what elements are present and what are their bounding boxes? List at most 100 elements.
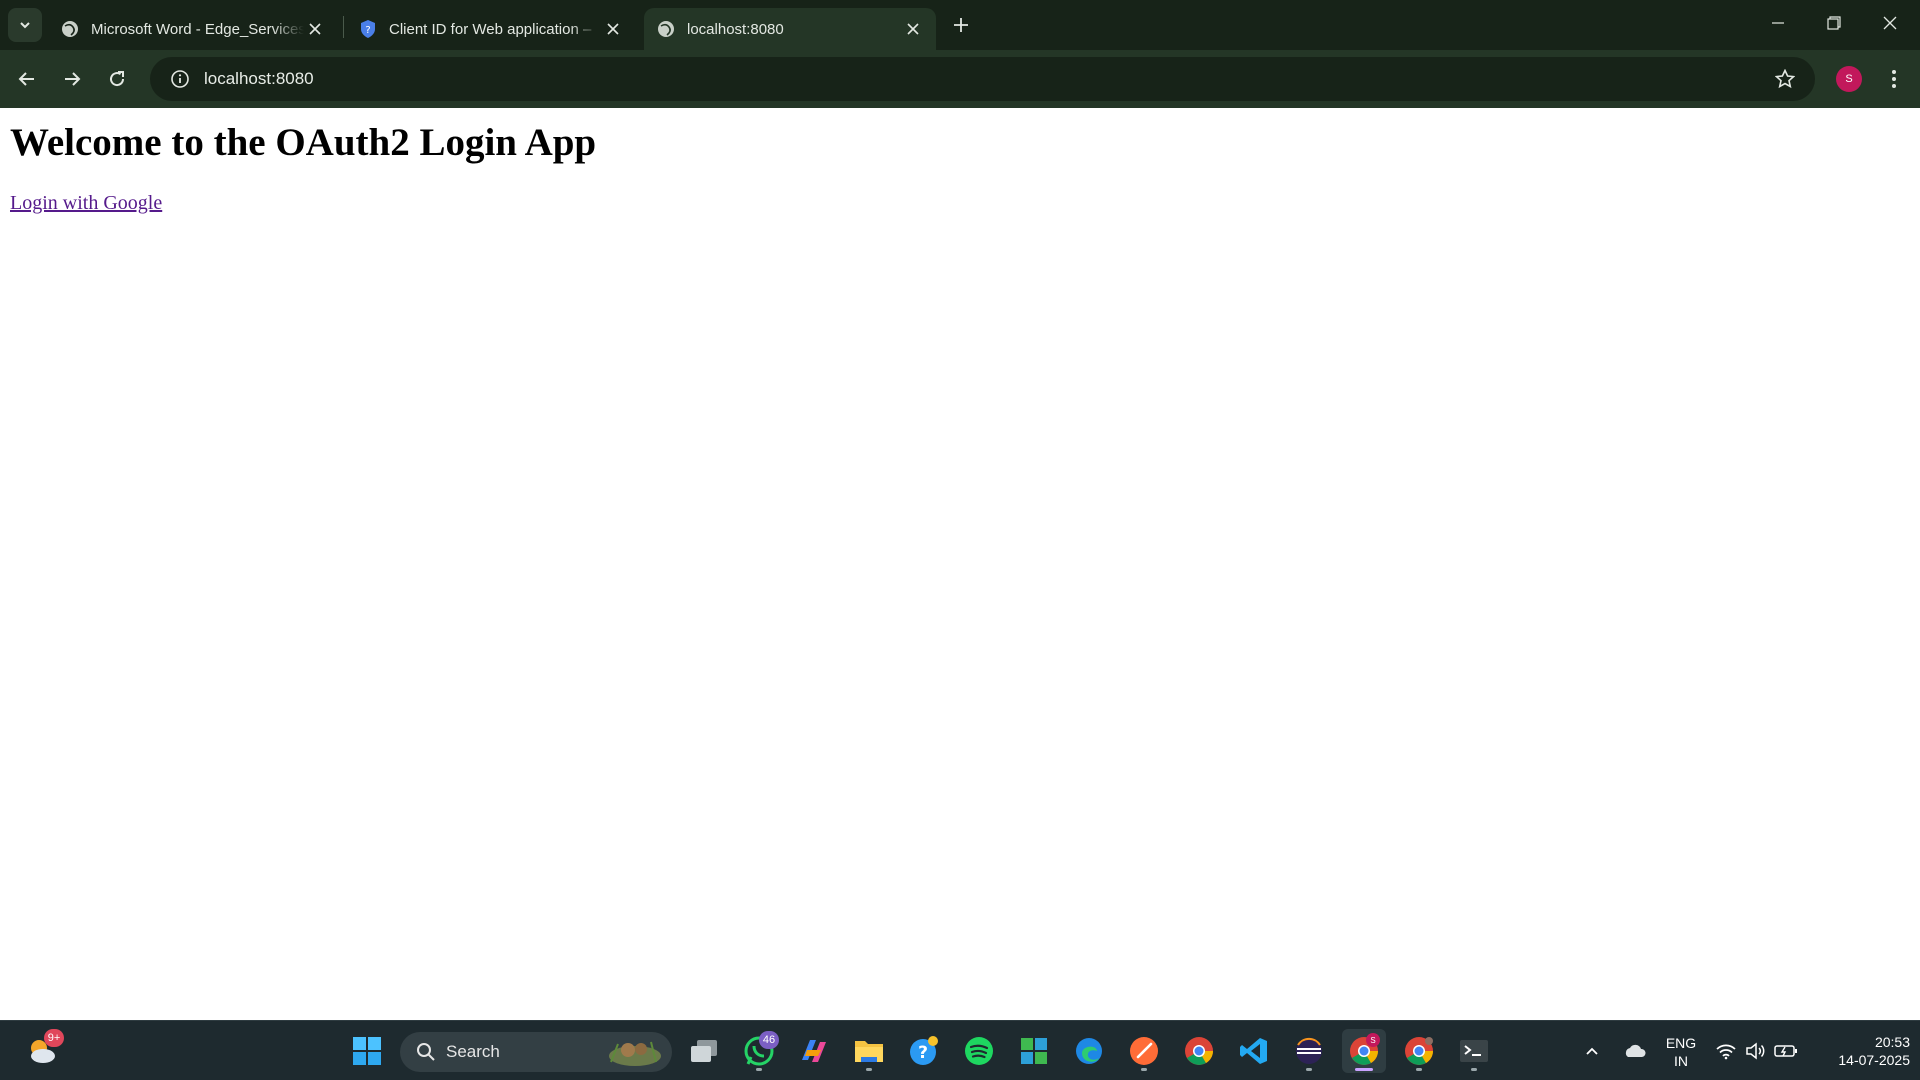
chrome-icon [1185, 1037, 1213, 1065]
address-bar[interactable]: localhost:8080 [150, 57, 1815, 101]
reload-icon [110, 71, 125, 87]
chrome-profile-badge: S [1366, 1033, 1380, 1047]
arrow-right-icon [65, 72, 81, 86]
svg-text:?: ? [918, 1043, 928, 1063]
chrome-profile-app[interactable]: S [1342, 1029, 1386, 1073]
tab-divider [343, 16, 344, 38]
language-region: IN [1674, 1053, 1688, 1069]
folder-icon [855, 1041, 883, 1062]
edge-icon [1076, 1038, 1102, 1064]
terminal-icon [1460, 1040, 1488, 1062]
weather-badge: 9+ [44, 1029, 64, 1047]
taskbar-search[interactable]: Search [400, 1032, 672, 1072]
tab-title: localhost:8080 [687, 20, 784, 38]
postman-icon [1130, 1037, 1158, 1065]
start-button[interactable] [345, 1029, 389, 1073]
file-explorer-app[interactable] [847, 1029, 891, 1073]
chrome-second-profile-app[interactable] [1397, 1029, 1441, 1073]
copilot-icon [802, 1040, 826, 1062]
browser-toolbar: localhost:8080 S [0, 50, 1920, 108]
vscode-app[interactable] [1232, 1029, 1276, 1073]
language-indicator[interactable]: ENG IN [1658, 1034, 1704, 1070]
close-icon[interactable] [304, 18, 326, 40]
windows-logo-icon [353, 1037, 381, 1065]
eclipse-icon [1296, 1038, 1322, 1064]
new-tab-button[interactable] [944, 10, 978, 40]
close-icon[interactable] [602, 18, 624, 40]
site-info-icon[interactable] [158, 57, 202, 101]
profile-avatar[interactable]: S [1836, 66, 1862, 92]
vscode-icon [1240, 1038, 1267, 1064]
globe-icon [60, 19, 80, 39]
svg-text:?: ? [365, 25, 370, 36]
wifi-icon[interactable] [1714, 1039, 1738, 1063]
reload-button[interactable] [101, 63, 133, 95]
weather-widget[interactable]: 9+ [20, 1029, 64, 1073]
chrome-app[interactable] [1177, 1029, 1221, 1073]
clock-date: 14-07-2025 [1838, 1052, 1910, 1068]
chrome-icon [1405, 1037, 1433, 1065]
clock[interactable]: 20:53 14-07-2025 [1810, 1033, 1910, 1069]
grid-app-icon [1021, 1038, 1047, 1064]
active-indicator [1355, 1068, 1373, 1071]
volume-icon[interactable] [1744, 1039, 1768, 1063]
forward-button[interactable] [56, 63, 88, 95]
running-indicator [1141, 1068, 1147, 1071]
terminal-app[interactable] [1452, 1029, 1496, 1073]
running-indicator [756, 1068, 762, 1071]
bookmark-star-icon[interactable] [1773, 67, 1797, 91]
minimize-icon [1772, 22, 1784, 24]
copilot-app[interactable] [792, 1029, 836, 1073]
globe-icon [656, 19, 676, 39]
chevron-up-icon[interactable] [1580, 1039, 1604, 1063]
onedrive-icon[interactable] [1622, 1039, 1646, 1063]
running-indicator [1306, 1068, 1312, 1071]
tab-title: Client ID for Web application – [389, 20, 592, 38]
chevron-down-icon [20, 22, 30, 29]
search-highlight-image [609, 1041, 661, 1066]
running-indicator [866, 1068, 872, 1071]
tab-client-id[interactable]: ? Client ID for Web application – [346, 8, 636, 50]
search-label: Search [446, 1042, 500, 1061]
minimize-button[interactable] [1750, 0, 1806, 46]
tab-word-document[interactable]: Microsoft Word - Edge_Services [48, 8, 338, 50]
page-heading: Welcome to the OAuth2 Login App [10, 121, 597, 164]
spotify-app[interactable] [957, 1029, 1001, 1073]
clock-time: 20:53 [1874, 1034, 1910, 1050]
kebab-menu-icon [1892, 70, 1896, 88]
phone-link-app[interactable] [1012, 1029, 1056, 1073]
running-indicator [1471, 1068, 1477, 1071]
login-with-google-link[interactable]: Login with Google [10, 192, 162, 215]
browser-menu-button[interactable] [1878, 63, 1910, 95]
tab-search-button[interactable] [8, 8, 42, 42]
arrow-left-icon [18, 72, 34, 86]
language-code: ENG [1665, 1035, 1697, 1051]
spotify-icon [965, 1037, 993, 1065]
back-button[interactable] [11, 63, 43, 95]
eclipse-app[interactable] [1287, 1029, 1331, 1073]
get-help-app[interactable]: ? [902, 1029, 946, 1073]
web-page-content: Welcome to the OAuth2 Login App Login wi… [0, 108, 1920, 1020]
plus-icon [954, 18, 968, 32]
close-icon [1883, 16, 1897, 30]
postman-app[interactable] [1122, 1029, 1166, 1073]
whatsapp-app[interactable]: 46 [737, 1029, 781, 1073]
address-text[interactable]: localhost:8080 [204, 69, 314, 89]
browser-tabstrip: Microsoft Word - Edge_Services ? Client … [0, 0, 1920, 50]
edge-app[interactable] [1067, 1029, 1111, 1073]
windows-taskbar: 9+ Search 46 ? S ENG IN 20:53 14-07-2025 [0, 1020, 1920, 1080]
help-icon: ? [910, 1036, 938, 1065]
battery-icon[interactable] [1774, 1039, 1798, 1063]
running-indicator [1416, 1068, 1422, 1071]
close-icon[interactable] [902, 18, 924, 40]
search-icon [406, 1042, 446, 1062]
close-window-button[interactable] [1862, 0, 1918, 46]
whatsapp-badge: 46 [759, 1031, 779, 1049]
tab-title: Microsoft Word - Edge_Services [91, 20, 304, 38]
restore-icon [1827, 16, 1841, 30]
shield-icon: ? [358, 19, 378, 39]
tab-localhost[interactable]: localhost:8080 [644, 8, 936, 50]
task-view-icon [691, 1040, 717, 1062]
restore-button[interactable] [1806, 0, 1862, 46]
task-view-button[interactable] [682, 1029, 726, 1073]
